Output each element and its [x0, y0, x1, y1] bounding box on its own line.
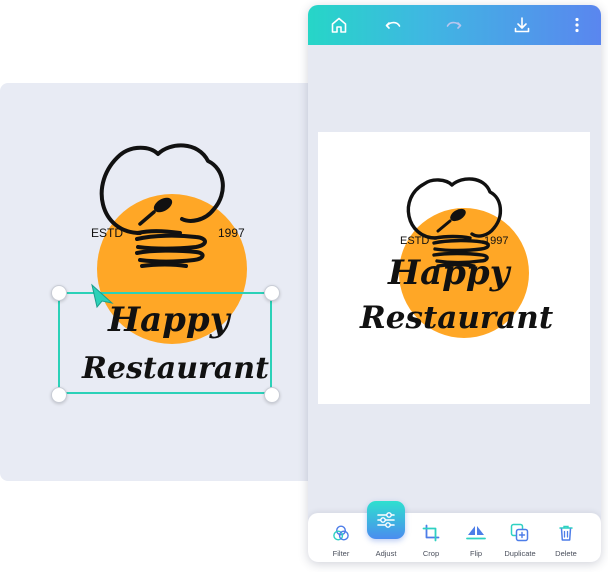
logo-text-restaurant[interactable]: Restaurant	[359, 300, 554, 336]
undo-button[interactable]	[381, 13, 405, 37]
download-icon	[514, 17, 530, 33]
flip-label: Flip	[469, 549, 483, 558]
resize-handle-top-right[interactable]	[264, 285, 280, 301]
download-button[interactable]	[510, 13, 534, 37]
home-button[interactable]	[327, 13, 351, 37]
crop-label: Crop	[422, 549, 440, 558]
top-toolbar	[308, 5, 601, 45]
estd-label: ESTD	[91, 226, 123, 240]
artboard[interactable]: ESTD 1997 Happy Restaurant	[318, 132, 590, 404]
year-label: 1997	[484, 235, 508, 247]
redo-button[interactable]	[442, 13, 466, 37]
phone-mockup: ESTD 1997 Happy Restaurant Filter Adjust…	[308, 5, 601, 562]
trash-icon	[559, 525, 573, 541]
resize-handle-bottom-right[interactable]	[264, 387, 280, 403]
duplicate-label: Duplicate	[504, 549, 536, 558]
undo-icon	[385, 21, 401, 29]
estd-label: ESTD	[400, 235, 429, 247]
delete-tool-button[interactable]: Delete	[544, 513, 588, 562]
filter-tool-button[interactable]: Filter	[319, 513, 363, 562]
flip-tool-button[interactable]: Flip	[454, 513, 498, 562]
crop-tool-button[interactable]: Crop	[409, 513, 453, 562]
redo-icon	[446, 21, 462, 29]
adjust-tool-button[interactable]: Adjust	[364, 501, 408, 562]
year-label: 1997	[218, 226, 245, 240]
restaurant-logo-preview[interactable]: ESTD 1997 Happy Restaurant	[318, 132, 590, 404]
more-vertical-icon	[575, 17, 579, 33]
adjust-sliders-icon	[377, 512, 395, 528]
cursor-pointer-icon	[91, 283, 114, 309]
duplicate-icon	[510, 523, 529, 542]
filter-label: Filter	[332, 549, 350, 558]
restaurant-logo[interactable]: ESTD 1997 Happy Restaurant	[0, 83, 312, 481]
duplicate-tool-button[interactable]: Duplicate	[498, 513, 542, 562]
editor-canvas[interactable]: ESTD 1997 Happy Restaurant	[0, 83, 312, 481]
logo-text-happy[interactable]: Happy	[387, 253, 512, 293]
crop-icon	[422, 524, 440, 542]
filter-icon	[333, 525, 349, 541]
resize-handle-top-left[interactable]	[51, 285, 67, 301]
adjust-label: Adjust	[375, 549, 397, 558]
more-options-button[interactable]	[565, 13, 589, 37]
resize-handle-bottom-left[interactable]	[51, 387, 67, 403]
flip-icon	[466, 526, 486, 540]
bottom-toolbar: Filter Adjust Crop Flip Duplicate Delete	[308, 501, 601, 562]
home-icon	[331, 17, 347, 33]
delete-label: Delete	[555, 549, 577, 558]
